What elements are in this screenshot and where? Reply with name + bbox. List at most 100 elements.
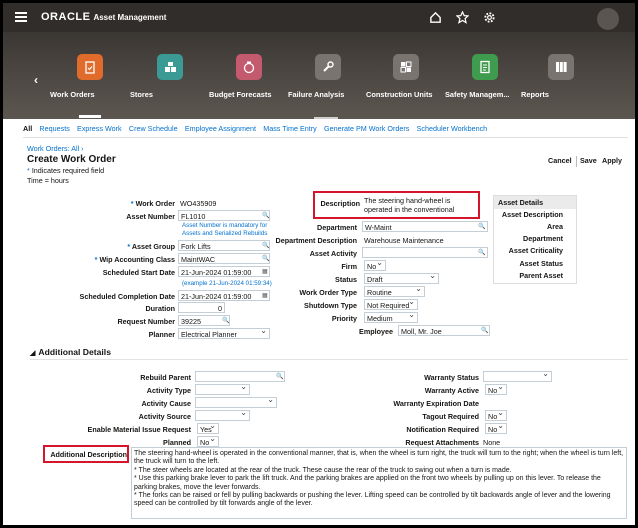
required-note: * Indicates required field [27, 166, 104, 175]
home-icon[interactable] [427, 9, 443, 25]
warranty-active-label: Warranty Active [424, 386, 479, 395]
firm-select[interactable]: No [364, 258, 386, 271]
tile-label: Construction Units [366, 90, 433, 99]
search-icon[interactable]: 🔍 [481, 327, 488, 334]
save-button[interactable]: Save [578, 156, 599, 167]
asset-activity-label: Asset Activity [309, 249, 357, 258]
breadcrumb[interactable]: Work Orders: All › [27, 144, 84, 153]
brand-logo[interactable]: ORACLE Asset Management [41, 11, 166, 23]
employee-label: Employee [359, 327, 393, 336]
request-number-label: Request Number [117, 317, 175, 326]
cancel-button[interactable]: Cancel [546, 156, 577, 167]
oracle-logo-text: ORACLE [41, 11, 91, 23]
collapse-triangle-icon[interactable]: ◢ [30, 350, 35, 357]
employee-input[interactable]: Moll, Mr. Joe [398, 325, 490, 336]
tile-failure-analysis[interactable]: Failure Analysis [288, 54, 368, 99]
activity-cause-label: Activity Cause [141, 399, 191, 408]
tile-work-orders[interactable]: Work Orders [50, 54, 130, 118]
duration-label: Duration [145, 304, 175, 313]
department-input[interactable]: W-Maint [362, 221, 488, 232]
planned-select[interactable]: No [197, 434, 219, 447]
notification-required-label: Notification Required [406, 425, 479, 434]
app-window: ORACLE Asset Management ‹ Work Orders Sto… [3, 3, 635, 525]
binders-icon [548, 54, 574, 80]
clipboard-icon [77, 54, 103, 80]
sched-start-label: Scheduled Start Date [102, 268, 175, 277]
divider [23, 137, 628, 138]
subtab-employee-assignment[interactable]: Employee Assignment [185, 124, 256, 133]
description-paragraph: The steering hand-wheel is operated in t… [134, 450, 624, 466]
subtab-mass-time-entry[interactable]: Mass Time Entry [263, 124, 317, 133]
tagout-required-select[interactable]: No [485, 408, 507, 421]
apply-button[interactable]: Apply [600, 156, 624, 167]
notebook-icon [472, 54, 498, 80]
subtab-bar: All Requests Express Work Crew Schedule … [23, 124, 492, 138]
favorites-star-icon[interactable] [454, 9, 470, 25]
warranty-active-select[interactable]: No [485, 382, 507, 395]
additional-details-header[interactable]: ◢ Additional Details [30, 347, 111, 357]
additional-description-textarea[interactable]: The steering hand-wheel is operated in t… [131, 447, 627, 519]
wrench-icon [315, 54, 341, 80]
priority-select[interactable]: Medium [364, 310, 418, 323]
subtab-scheduler-workbench[interactable]: Scheduler Workbench [417, 124, 488, 133]
warranty-status-select[interactable] [483, 369, 552, 382]
settings-gear-icon[interactable] [481, 9, 497, 25]
tile-stores[interactable]: Stores [130, 54, 210, 99]
subtab-generate-pm[interactable]: Generate PM Work Orders [324, 124, 409, 133]
asset-number-input[interactable]: FL1010 [178, 210, 270, 221]
shutdown-type-select[interactable]: Not Required [364, 297, 418, 310]
notification-required-select[interactable]: No [485, 421, 507, 434]
tile-safety-management[interactable]: Safety Managem... [445, 54, 525, 99]
search-icon[interactable]: 🔍 [478, 223, 485, 230]
request-attachments-label: Request Attachments [405, 438, 479, 447]
search-icon[interactable]: 🔍 [262, 212, 269, 219]
scroll-indicator [314, 117, 338, 119]
menu-icon[interactable] [15, 12, 27, 22]
shutdown-type-label: Shutdown Type [304, 301, 357, 310]
subtab-requests[interactable]: Requests [39, 124, 69, 133]
work-order-type-label: Work Order Type [299, 288, 357, 297]
activity-type-select[interactable] [195, 382, 250, 395]
rebuild-parent-input[interactable] [195, 371, 285, 382]
asset-status-label: Asset Status [519, 259, 563, 268]
app-name: Asset Management [93, 13, 167, 22]
asset-activity-input[interactable] [362, 247, 488, 258]
tile-budget-forecasts[interactable]: Budget Forecasts [209, 54, 289, 99]
asset-criticality-label: Asset Criticality [508, 246, 563, 255]
firm-label: Firm [341, 262, 357, 271]
work-order-type-select[interactable]: Routine [364, 284, 425, 297]
puzzle-icon [393, 54, 419, 80]
enable-material-issue-select[interactable]: Yes [197, 421, 219, 434]
planner-select[interactable]: Electrical Planner [178, 326, 270, 339]
duration-input[interactable]: 0 [178, 302, 225, 313]
tile-construction-units[interactable]: Construction Units [366, 54, 446, 99]
tile-reports[interactable]: Reports [521, 54, 601, 99]
tile-label: Safety Managem... [445, 90, 510, 99]
user-avatar[interactable] [597, 8, 619, 30]
department-description-label: Department Description [275, 236, 357, 245]
request-attachments-value[interactable]: None [483, 438, 500, 447]
asset-number-label: Asset Number [126, 212, 175, 221]
work-order-label: * Work Order [130, 199, 175, 208]
additional-description-label: Additional Description [50, 450, 127, 459]
search-icon[interactable]: 🔍 [276, 373, 283, 380]
chevron-left-icon[interactable]: ‹ [34, 73, 38, 87]
description-input[interactable]: The steering hand-wheel is operated in th… [364, 196, 454, 214]
money-bag-icon [236, 54, 262, 80]
breadcrumb-link[interactable]: Work Orders: All [27, 144, 79, 153]
tile-label: Work Orders [50, 90, 95, 99]
area-label: Area [547, 222, 563, 231]
search-icon[interactable]: 🔍 [478, 249, 485, 256]
search-icon[interactable]: 🔍 [222, 317, 229, 324]
time-note: Time = hours [27, 176, 69, 185]
subtab-all[interactable]: All [23, 124, 32, 133]
status-label: Status [335, 275, 357, 284]
status-select[interactable]: Draft [364, 271, 439, 284]
subtab-crew-schedule[interactable]: Crew Schedule [129, 124, 178, 133]
divider [30, 359, 628, 360]
activity-source-select[interactable] [195, 408, 250, 421]
subtab-express-work[interactable]: Express Work [77, 124, 122, 133]
tagout-required-label: Tagout Required [422, 412, 479, 421]
activity-cause-select[interactable] [195, 395, 277, 408]
asset-description-label: Asset Description [501, 210, 563, 219]
